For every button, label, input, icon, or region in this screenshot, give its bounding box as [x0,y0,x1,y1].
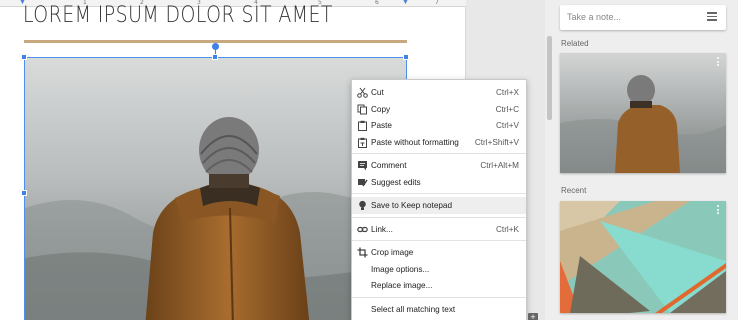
menu-item-image-options[interactable]: Image options... [352,261,526,278]
take-a-note-input[interactable]: Take a note... [560,5,726,30]
menu-item-paste-without-formatting[interactable]: Paste without formatting Ctrl+Shift+V [352,134,526,151]
context-menu: Cut Ctrl+X Copy Ctrl+C Paste Ctrl+V Past… [351,79,527,320]
menu-item-label: Paste without formatting [371,137,459,147]
crop-icon [357,247,368,258]
resize-handle-top-right[interactable] [403,54,409,60]
menu-separator [352,296,526,298]
menu-separator [352,193,526,194]
menu-separator [352,216,526,218]
ruler-number: 7 [435,0,439,6]
menu-item-shortcut: Ctrl+K [496,224,519,234]
person-photo [25,58,406,320]
menu-item-label: Copy [371,104,391,114]
card-more-icon[interactable] [716,205,720,217]
related-label: Related [561,39,589,48]
rotate-handle[interactable] [212,43,219,50]
resize-handle-top[interactable] [212,54,218,60]
resize-handle-top-left[interactable] [21,54,27,60]
explore-button[interactable]: + [528,313,538,320]
recent-note-image [560,201,726,313]
copy-icon [357,104,368,115]
menu-item-label: Crop image [371,248,414,257]
new-list-icon[interactable] [707,12,717,21]
card-more-icon[interactable] [716,57,720,69]
menu-item-label: Link... [371,224,393,234]
menu-item-shortcut: Ctrl+V [496,121,519,130]
sidebar-scrollbar[interactable] [547,36,552,120]
selected-image[interactable] [24,57,407,320]
menu-item-label: Paste [371,121,392,130]
comment-icon [357,160,368,171]
menu-item-copy[interactable]: Copy Ctrl+C [352,101,526,118]
menu-item-shortcut: Ctrl+Shift+V [474,137,519,147]
menu-item-label: Replace image... [371,281,433,290]
paste-plain-icon [357,137,368,148]
menu-item-shortcut: Ctrl+X [496,88,519,97]
menu-item-label: Suggest edits [371,177,421,187]
document-title[interactable]: LOREM IPSUM DOLOR SIT AMET [23,3,333,28]
related-note-image [560,53,726,173]
scissors-icon [357,87,368,98]
resize-handle-left[interactable] [21,190,27,196]
note-placeholder: Take a note... [567,12,622,22]
menu-item-shortcut: Ctrl+C [495,104,519,114]
recent-note-card[interactable] [560,201,726,313]
menu-item-cut[interactable]: Cut Ctrl+X [352,84,526,101]
menu-item-label: Comment [371,161,407,170]
menu-item-shortcut: Ctrl+Alt+M [480,161,519,170]
menu-item-paste[interactable]: Paste Ctrl+V [352,117,526,134]
menu-item-comment[interactable]: Comment Ctrl+Alt+M [352,157,526,174]
related-note-card[interactable] [560,53,726,173]
recent-label: Recent [561,186,587,195]
menu-item-replace-image[interactable]: Replace image... [352,277,526,294]
menu-item-save-to-keep[interactable]: Save to Keep notepad [352,197,526,214]
menu-item-select-all-matching-text[interactable]: Select all matching text [352,301,526,318]
menu-item-label: Save to Keep notepad [371,201,453,210]
menu-item-label: Select all matching text [371,304,456,314]
menu-separator [352,153,526,154]
right-indent-marker-icon[interactable]: ▼ [402,0,410,6]
menu-item-label: Cut [371,88,384,97]
lightbulb-icon [357,200,368,211]
menu-item-link[interactable]: Link... Ctrl+K [352,221,526,238]
menu-item-label: Image options... [371,264,430,274]
ruler-number: 6 [375,0,379,6]
menu-item-crop-image[interactable]: Crop image [352,244,526,261]
suggest-edits-icon [357,177,368,188]
paste-icon [357,120,368,131]
menu-separator [352,240,526,241]
menu-item-suggest-edits[interactable]: Suggest edits [352,174,526,191]
link-icon [357,224,368,235]
